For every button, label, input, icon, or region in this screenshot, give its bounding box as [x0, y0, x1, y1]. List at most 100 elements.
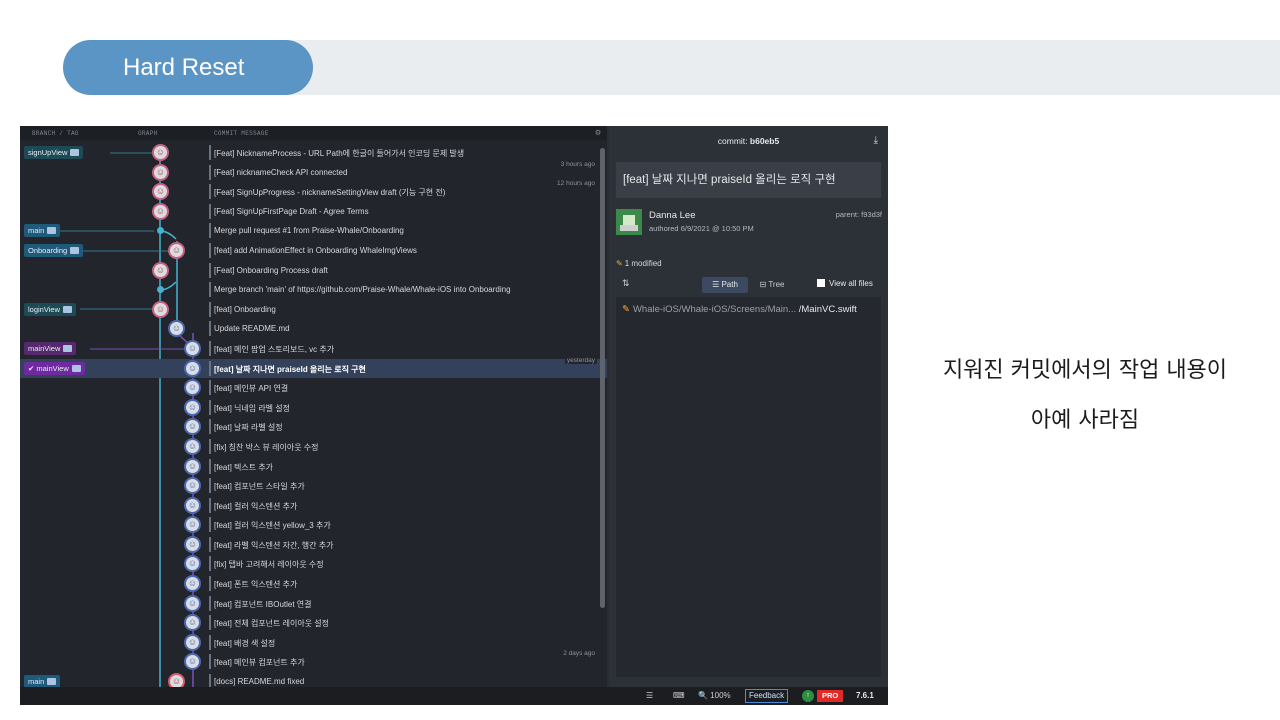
commit-avatar-icon[interactable]: ☺ [184, 477, 201, 495]
commit-row[interactable]: ☺ [Feat] SignUpProgress - nicknameSetting… [20, 180, 607, 202]
commit-row[interactable]: ☺ [feat] 폰트 익스텐션 추가 [20, 574, 607, 594]
path-view-button[interactable]: ☰ Path [702, 277, 748, 293]
commit-row[interactable]: ☺ [feat] 메인뷰 컴포넌트 추가 2 days ago [20, 650, 607, 672]
commit-row[interactable]: ☺ [feat] 메인뷰 API 연결 [20, 378, 607, 398]
commit-row[interactable]: loginView ☺ [feat] Onboarding [20, 300, 607, 320]
pro-badge[interactable]: PRO [817, 690, 844, 702]
commit-row[interactable]: ☺ [Feat] nicknameCheck API connected 3 hou… [20, 160, 607, 183]
commit-graph-panel[interactable]: BRANCH / TAG GRAPH COMMIT MESSAGE ⚙ sign… [20, 126, 607, 687]
download-icon[interactable]: ⤓ [874, 135, 878, 146]
commit-message: [Feat] SignUpFirstPage Draft - Agree Ter… [214, 206, 369, 216]
commit-avatar-icon[interactable]: ☺ [152, 202, 169, 220]
parent-sha[interactable]: parent: f93d3f [836, 210, 882, 219]
column-commit-message[interactable]: COMMIT MESSAGE [214, 130, 269, 137]
commit-avatar-icon[interactable]: ☺ [184, 398, 201, 416]
commit-row[interactable]: Onboarding ☺ [feat] add AnimationEffect in… [20, 241, 607, 261]
branch-label[interactable]: Onboarding [24, 243, 84, 257]
commit-row[interactable]: ☺ [feat] 날짜 라벨 설정 [20, 417, 607, 437]
commit-sha[interactable]: b60eb5 [750, 136, 779, 146]
commit-row[interactable]: ☺ Update README.md [20, 319, 607, 339]
commit-row[interactable]: ☺ [feat] 배경 색 설정 [20, 633, 607, 653]
commit-row[interactable]: ☺ [feat] 닉네임 라벨 설정 [20, 398, 607, 418]
branch-label[interactable]: mainView [24, 341, 77, 355]
branch-label[interactable]: main [24, 675, 61, 687]
commit-message: [feat] 텍스트 추가 [214, 462, 274, 472]
commit-row[interactable]: ☺ [Feat] SignUpFirstPage Draft - Agree Te… [20, 202, 607, 222]
version-number: 7.6.1 [856, 691, 874, 700]
commit-avatar-icon[interactable]: ☺ [184, 379, 201, 397]
column-branch-tag[interactable]: BRANCH / TAG [32, 130, 79, 137]
message-marker [209, 321, 211, 337]
commit-avatar-icon[interactable]: ☺ [184, 437, 201, 455]
branch-label[interactable]: signUpView [24, 146, 84, 159]
message-marker [209, 556, 211, 572]
commit-row[interactable]: ☺ [feat] 컴포넌트 IBOutlet 연결 [20, 594, 607, 614]
changed-files-list: ✎ Whale-iOS/Whale-iOS/Screens/Main... /Ma… [616, 297, 881, 677]
merge-commit-dot[interactable] [157, 227, 164, 235]
commit-avatar-icon[interactable]: ☺ [184, 633, 201, 651]
branch-label[interactable]: ✔ mainView [24, 361, 85, 375]
commit-row[interactable]: ☺ [feat] 컬러 익스텐션 yellow_3 추가 [20, 515, 607, 535]
commit-avatar-icon[interactable]: ☺ [152, 183, 169, 201]
sort-icon[interactable]: ⇅ [622, 278, 630, 289]
commit-message: [fix] 탭바 고려해서 레이아웃 수정 [214, 560, 324, 570]
commit-row[interactable]: ☺ [feat] 전체 컴포넌트 레이아웃 설정 [20, 613, 607, 633]
commit-row[interactable]: ✔ mainView ☺ [feat] 날짜 지나면 praiseId 올리는 로직… [20, 356, 607, 379]
checkbox-icon[interactable] [817, 279, 825, 287]
commit-avatar-icon[interactable]: ☺ [184, 555, 201, 573]
author-name: Danna Lee [649, 210, 696, 221]
commit-avatar-icon[interactable]: ☺ [184, 575, 201, 593]
commit-avatar-icon[interactable]: ☺ [184, 594, 201, 612]
commit-avatar-icon[interactable]: ☺ [184, 516, 201, 534]
commit-row[interactable]: main ☺ [docs] README.md fixed [20, 672, 607, 687]
commit-avatar-icon[interactable]: ☺ [168, 673, 185, 687]
zoom-level[interactable]: 🔍 100% [698, 691, 731, 700]
keyboard-icon[interactable]: ⌨ [673, 691, 685, 700]
branch-label[interactable]: main [24, 224, 61, 238]
tree-view-button[interactable]: ⊟ Tree [750, 277, 794, 293]
commit-row[interactable]: ☺ [fix] 탭바 고려해서 레이아웃 수정 [20, 554, 607, 574]
commit-avatar-icon[interactable]: ☺ [184, 418, 201, 436]
column-graph[interactable]: GRAPH [138, 130, 158, 137]
branch-label-text: main [28, 677, 45, 687]
commit-row[interactable]: ☺ [feat] 컬러 익스텐션 추가 [20, 496, 607, 516]
commit-message: [feat] 컬러 익스텐션 추가 [214, 501, 298, 511]
feedback-button[interactable]: Feedback [745, 689, 789, 703]
commit-avatar-icon[interactable]: ☺ [168, 241, 185, 259]
commit-avatar-icon[interactable]: ☺ [152, 300, 169, 318]
commit-row[interactable]: ☺ [fix] 칭찬 박스 뷰 레이아웃 수정 [20, 437, 607, 457]
commit-avatar-icon[interactable]: ☺ [184, 457, 201, 475]
view-all-files-checkbox[interactable]: View all files [817, 279, 873, 288]
commit-row[interactable]: Merge branch 'main' of https://github.co… [20, 280, 607, 300]
update-icon[interactable]: ↑ [802, 690, 814, 702]
message-marker [209, 438, 211, 454]
list-icon[interactable]: ☰ [646, 691, 653, 700]
commit-row[interactable]: signUpView ☺ [Feat] NicknameProcess - URL … [20, 143, 607, 163]
commit-avatar-icon[interactable]: ☺ [152, 144, 169, 161]
commit-summary[interactable]: [feat] 날짜 지나면 praiseId 올리는 로직 구현 [616, 162, 881, 198]
commit-row[interactable]: ☺ [feat] 컴포넌트 스타일 추가 [20, 476, 607, 496]
commit-row[interactable]: mainView ☺ [feat] 메인 팝업 스토리보드, vc 추가 [20, 339, 607, 359]
commit-avatar-icon[interactable]: ☺ [152, 163, 169, 181]
commit-avatar-icon[interactable]: ☺ [184, 496, 201, 514]
commit-row[interactable]: ☺ [feat] 텍스트 추가 [20, 457, 607, 477]
commit-row[interactable]: main Merge pull request #1 from Praise-Wh… [20, 221, 607, 241]
message-marker [209, 458, 211, 474]
commit-avatar-icon[interactable]: ☺ [184, 339, 201, 357]
commit-message: [docs] README.md fixed [214, 677, 305, 687]
merge-commit-dot[interactable] [157, 286, 164, 294]
column-settings-icon[interactable]: ⚙ [595, 128, 601, 138]
commit-avatar-icon[interactable]: ☺ [152, 261, 169, 279]
commit-avatar-icon[interactable]: ☺ [184, 359, 201, 377]
branch-label[interactable]: loginView [24, 302, 76, 316]
commit-avatar-icon[interactable]: ☺ [184, 653, 201, 671]
commit-row[interactable]: ☺ [Feat] Onboarding Process draft [20, 261, 607, 281]
commit-avatar-icon[interactable]: ☺ [184, 535, 201, 553]
commit-message: [feat] 메인뷰 API 연결 [214, 384, 289, 394]
commit-row[interactable]: ☺ [feat] 라벨 익스텐션 자간, 행간 추가 [20, 535, 607, 555]
graph-scrollbar[interactable] [600, 148, 605, 608]
commit-message: Merge branch 'main' of https://github.co… [214, 285, 511, 295]
commit-avatar-icon[interactable]: ☺ [168, 320, 185, 338]
changed-file-row[interactable]: ✎ Whale-iOS/Whale-iOS/Screens/Main... /Ma… [622, 304, 857, 315]
commit-avatar-icon[interactable]: ☺ [184, 614, 201, 632]
